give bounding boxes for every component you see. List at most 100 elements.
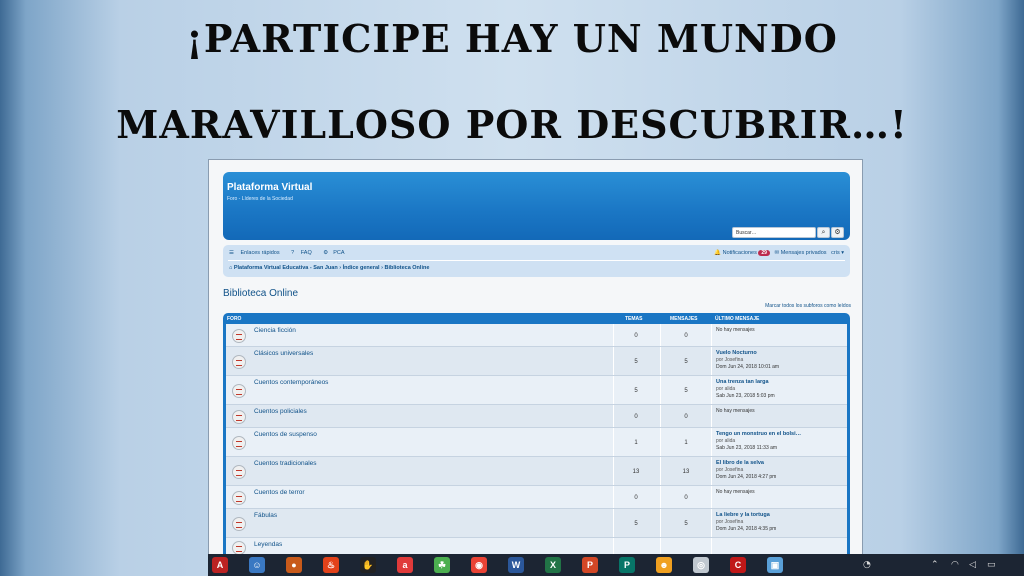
column-divider <box>711 509 712 537</box>
table-row[interactable]: Cuentos contemporáneos 5 5 Una trenza tan l… <box>226 376 847 405</box>
network-icon[interactable]: ◔ <box>863 560 871 570</box>
table-row[interactable]: Fábulas 5 5 La liebre y la tortuga por Josef… <box>226 509 847 538</box>
last-post-date: Dom Jun 24, 2018 4:27 pm <box>716 474 777 480</box>
advanced-search-button[interactable]: ⚙ <box>831 227 844 238</box>
navbar: ☰ Enlaces rápidos ? FAQ ⚙ PCA 🔔 Notificac… <box>223 245 850 277</box>
system-tray: ◔ ⌃ ◠ ◁ ▭ <box>861 554 1024 576</box>
page-title[interactable]: Biblioteca Online <box>223 288 298 299</box>
scratch-icon[interactable]: ☻ <box>656 557 672 573</box>
last-post-title[interactable]: Tengo un monstruo en el bolsi… <box>716 431 801 437</box>
table-row[interactable]: Clásicos universales 5 5 Vuelo Nocturno por … <box>226 347 847 376</box>
forum-rows: Ciencia ficción 0 0 No hay mensajes Clásicos… <box>226 324 847 555</box>
publisher-icon[interactable]: P <box>619 557 635 573</box>
table-row[interactable]: Cuentos de suspenso 1 1 Tengo un monstruo e… <box>226 428 847 457</box>
column-divider <box>613 428 614 456</box>
posts-count: 5 <box>684 520 688 527</box>
posts-count: 0 <box>684 413 688 420</box>
notifications-link[interactable]: 🔔 Notificaciones 29 <box>714 250 770 256</box>
last-post-author[interactable]: por Josefina <box>716 519 743 525</box>
posts-count: 5 <box>684 358 688 365</box>
posts-count: 5 <box>684 387 688 394</box>
site-title[interactable]: Plataforma Virtual <box>227 182 312 193</box>
excel-icon[interactable]: X <box>545 557 561 573</box>
acrobat-icon[interactable]: a <box>397 557 413 573</box>
forum-name-link[interactable]: Cuentos tradicionales <box>254 460 317 467</box>
last-post-author[interactable]: por Josefina <box>716 467 743 473</box>
breadcrumb-item[interactable]: Biblioteca Online <box>384 265 429 271</box>
camtasia-icon[interactable]: C <box>730 557 746 573</box>
table-row[interactable]: Cuentos tradicionales 13 13 El libro de la … <box>226 457 847 486</box>
forum-name-link[interactable]: Fábulas <box>254 512 277 519</box>
faq-link[interactable]: ? FAQ <box>291 250 317 256</box>
forum-name-link[interactable]: Clásicos universales <box>254 350 313 357</box>
pca-link[interactable]: ⚙ PCA <box>323 250 349 256</box>
gear-icon: ⚙ <box>834 228 841 236</box>
volume-icon[interactable]: ◁ <box>969 560 976 570</box>
last-post-author[interactable]: por alida <box>716 438 735 444</box>
table-row[interactable]: Cuentos policiales 0 0 No hay mensajes <box>226 405 847 428</box>
basketball-icon[interactable]: ● <box>286 557 302 573</box>
chrome-icon[interactable]: ◉ <box>471 557 487 573</box>
table-row[interactable]: Ciencia ficción 0 0 No hay mensajes <box>226 324 847 347</box>
table-header: FORO TEMAS MENSAJES ÚLTIMO MENSAJE <box>223 313 850 324</box>
wifi-icon[interactable]: ◠ <box>951 560 959 570</box>
column-divider <box>613 486 614 508</box>
last-post-title[interactable]: Una trenza tan larga <box>716 379 769 385</box>
last-post-date: No hay mensajes <box>716 327 755 333</box>
mark-read-link[interactable]: Marcar todos los subforos como leídos <box>765 303 851 309</box>
column-divider <box>660 376 661 404</box>
forum-name-link[interactable]: Cuentos policiales <box>254 408 307 415</box>
forum-name-link[interactable]: Cuentos de terror <box>254 489 305 496</box>
column-divider <box>613 405 614 427</box>
forum-name-link[interactable]: Cuentos de suspenso <box>254 431 317 438</box>
last-post-date: Sab Jun 23, 2018 5:03 pm <box>716 393 775 399</box>
search-input[interactable]: Buscar… <box>732 227 816 238</box>
table-row[interactable]: Cuentos de terror 0 0 No hay mensajes <box>226 486 847 509</box>
last-post: No hay mensajes <box>716 408 755 415</box>
last-post-title[interactable]: La liebre y la tortuga <box>716 512 770 518</box>
last-post-title[interactable]: El libro de la selva <box>716 460 764 466</box>
column-divider <box>711 405 712 427</box>
chevron-down-icon: ▾ <box>841 250 844 256</box>
word-icon[interactable]: W <box>508 557 524 573</box>
quick-links-link[interactable]: ☰ Enlaces rápidos <box>229 250 285 256</box>
last-post-date: Dom Jun 24, 2018 4:35 pm <box>716 526 777 532</box>
column-divider <box>613 347 614 375</box>
forum-read-icon <box>232 354 246 369</box>
breadcrumb-item[interactable]: Índice general <box>343 265 380 271</box>
hand-icon[interactable]: ✋ <box>360 557 376 573</box>
flame-icon[interactable]: ♨ <box>323 557 339 573</box>
frog-icon[interactable]: ☘ <box>434 557 450 573</box>
forum-name-link[interactable]: Ciencia ficción <box>254 327 296 334</box>
column-divider <box>660 324 661 346</box>
user-menu[interactable]: cris ▾ <box>831 250 844 256</box>
last-post: El libro de la selva por Josefina Dom Jun … <box>716 460 776 481</box>
topics-count: 13 <box>632 468 640 475</box>
posts-count: 0 <box>684 332 688 339</box>
column-header-posts: MENSAJES <box>670 316 698 322</box>
finder-icon[interactable]: ☺ <box>249 557 265 573</box>
column-divider <box>613 509 614 537</box>
last-post-date: No hay mensajes <box>716 408 755 414</box>
forum-name-link[interactable]: Leyendas <box>254 541 282 548</box>
gears-icon: ⚙ <box>323 250 329 256</box>
adobe-reader-icon[interactable]: A <box>212 557 228 573</box>
display-icon[interactable]: ▭ <box>987 560 996 570</box>
last-post-date: No hay mensajes <box>716 489 755 495</box>
forum-read-icon <box>232 383 246 398</box>
private-messages-link[interactable]: ✉ Mensajes privados <box>775 250 827 256</box>
last-post-author[interactable]: por alida <box>716 386 735 392</box>
last-post-author[interactable]: por Josefina <box>716 357 743 363</box>
last-post-date: Dom Jun 24, 2018 10:01 am <box>716 364 780 370</box>
last-post-title[interactable]: Vuelo Nocturno <box>716 350 757 356</box>
up-arrow-icon[interactable]: ⌃ <box>931 560 939 570</box>
audacity-icon[interactable]: ◎ <box>693 557 709 573</box>
forum-read-icon <box>232 409 246 424</box>
column-divider <box>711 347 712 375</box>
forum-name-link[interactable]: Cuentos contemporáneos <box>254 379 328 386</box>
breadcrumb-item[interactable]: Plataforma Virtual Educativa - San Juan <box>234 265 338 271</box>
window-icon[interactable]: ▣ <box>767 557 783 573</box>
powerpoint-icon[interactable]: P <box>582 557 598 573</box>
slide-title-line-2: maravilloso por descubrir…! <box>116 102 908 147</box>
search-button[interactable]: ⌕ <box>817 227 830 238</box>
